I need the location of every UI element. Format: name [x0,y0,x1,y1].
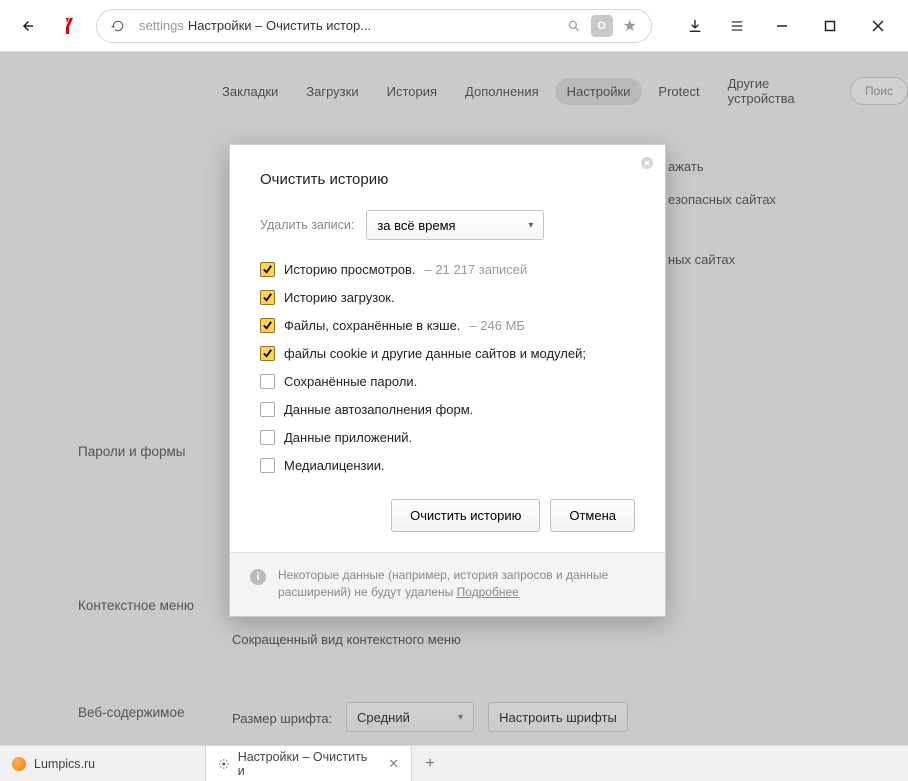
checkbox[interactable] [260,262,275,277]
option-label: Историю загрузок. [284,290,395,305]
back-button[interactable] [8,10,46,42]
clear-history-button[interactable]: Очистить историю [391,499,540,532]
checkbox[interactable] [260,402,275,417]
settings-page: Закладки Загрузки История Дополнения Нас… [0,52,908,745]
gear-icon [218,758,230,770]
clear-option: файлы cookie и другие данные сайтов и мо… [260,346,635,361]
tab-lumpics[interactable]: Lumpics.ru [0,746,206,781]
checkbox[interactable] [260,290,275,305]
close-icon [641,157,653,169]
clear-option: Сохранённые пароли. [260,374,635,389]
window-maximize[interactable] [808,10,852,42]
close-icon [872,20,884,32]
checkbox[interactable] [260,318,275,333]
option-extra: – 21 217 записей [425,262,528,277]
search-icon[interactable] [567,19,581,33]
clear-option: Медиалицензии. [260,458,635,473]
window-close[interactable] [856,10,900,42]
window-minimize[interactable] [760,10,804,42]
option-label: Файлы, сохранённые в кэше. [284,318,460,333]
hamburger-icon [729,19,745,33]
learn-more-link[interactable]: Подробнее [457,585,519,599]
tab-label: Настройки – Очистить и [238,750,374,778]
chevron-down-icon: ▾ [528,220,533,231]
dialog-title: Очистить историю [260,171,635,188]
clear-history-dialog: Очистить историю Удалить записи: за всё … [229,144,666,617]
minimize-icon [776,20,788,32]
browser-titlebar: settings Настройки – Очистить истор... О… [0,0,908,52]
favicon-lumpics-icon [12,757,26,771]
maximize-icon [824,20,836,32]
option-label: Данные приложений. [284,430,412,445]
address-bar[interactable]: settings Настройки – Очистить истор... О… [96,9,652,43]
clear-option: Историю загрузок. [260,290,635,305]
checkbox[interactable] [260,430,275,445]
clear-option: Файлы, сохранённые в кэше. – 246 МБ [260,318,635,333]
time-range-value: за всё время [377,218,455,233]
clear-options-list: Историю просмотров. – 21 217 записейИсто… [260,262,635,473]
time-range-label: Удалить записи: [260,218,354,232]
time-range-select[interactable]: за всё время ▾ [366,210,544,240]
option-label: Данные автозаполнения форм. [284,402,473,417]
downloads-button[interactable] [676,10,714,42]
checkbox[interactable] [260,374,275,389]
clear-option: Данные автозаполнения форм. [260,402,635,417]
dialog-footnote: Некоторые данные (например, история запр… [278,567,645,602]
dialog-close-button[interactable] [637,153,657,173]
tab-label: Lumpics.ru [34,757,95,771]
bookmark-star-icon[interactable]: ★ [623,16,637,36]
address-path-title: Настройки – Очистить истор... [188,18,371,33]
option-extra: – 246 МБ [469,318,525,333]
option-label: Историю просмотров. [284,262,416,277]
bottom-tab-bar: Lumpics.ru Настройки – Очистить и ✕ + [0,745,908,781]
tab-settings-page[interactable]: Настройки – Очистить и ✕ [206,746,412,781]
footnote-text: Некоторые данные (например, история запр… [278,568,608,599]
clear-option: Историю просмотров. – 21 217 записей [260,262,635,277]
tab-close-button[interactable]: ✕ [388,756,399,772]
clear-option: Данные приложений. [260,430,635,445]
cancel-button[interactable]: Отмена [550,499,635,532]
yandex-icon [61,17,77,35]
info-icon: i [250,569,266,585]
reload-icon[interactable] [111,19,125,33]
option-label: файлы cookie и другие данные сайтов и мо… [284,346,586,361]
checkbox[interactable] [260,458,275,473]
yandex-logo[interactable] [50,10,88,42]
download-icon [687,18,703,34]
checkbox[interactable] [260,346,275,361]
option-label: Сохранённые пароли. [284,374,417,389]
protect-badge[interactable]: О [591,15,613,37]
menu-button[interactable] [718,10,756,42]
address-path-prefix: settings [139,18,184,33]
arrow-left-icon [18,17,36,35]
new-tab-button[interactable]: + [412,746,448,781]
option-label: Медиалицензии. [284,458,385,473]
